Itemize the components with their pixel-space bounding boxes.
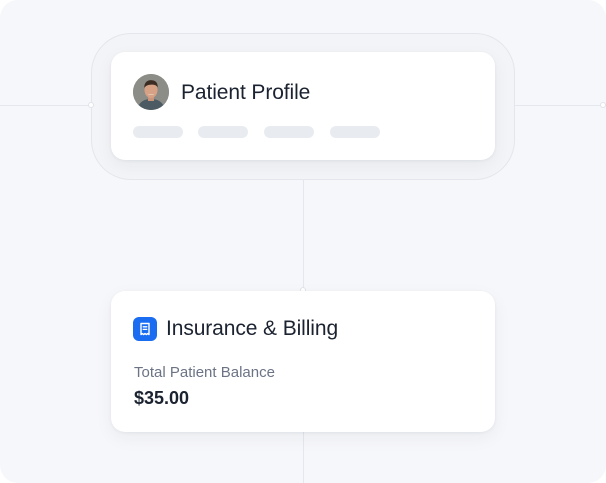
placeholder-pill [264, 126, 314, 138]
balance-label: Total Patient Balance [134, 364, 275, 381]
placeholder-pill [330, 126, 380, 138]
billing-title: Insurance & Billing [166, 317, 339, 340]
canvas-background: Patient Profile Insurance & Billing Tota… [0, 0, 606, 483]
patient-profile-title: Patient Profile [181, 81, 311, 104]
placeholder-pill [133, 126, 183, 138]
insurance-billing-card[interactable]: Insurance & Billing Total Patient Balanc… [111, 291, 495, 432]
placeholder-pill [198, 126, 248, 138]
balance-value: $35.00 [134, 388, 190, 408]
patient-profile-card[interactable]: Patient Profile [111, 52, 495, 160]
avatar [133, 74, 169, 110]
receipt-icon [133, 317, 157, 341]
connector-dot-right [600, 102, 606, 108]
user-photo-icon [133, 74, 169, 110]
connector-dot-left [88, 102, 94, 108]
